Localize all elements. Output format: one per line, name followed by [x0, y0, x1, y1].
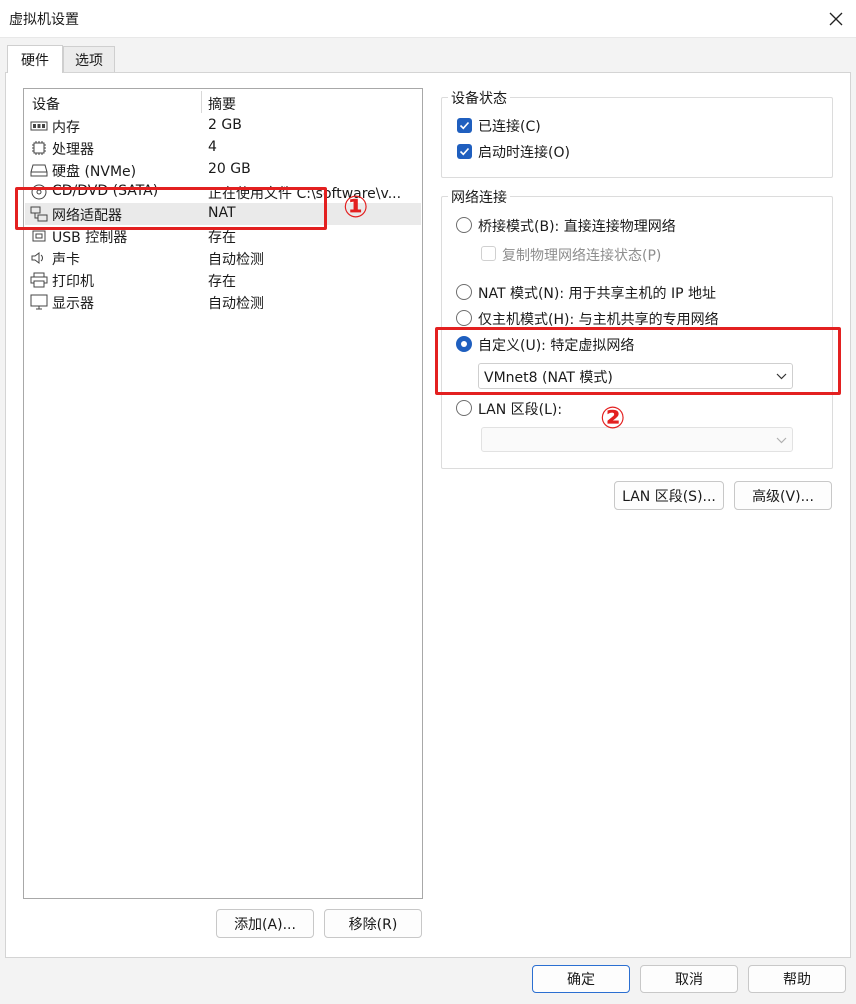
device-row-display[interactable]: 显示器 自动检测: [25, 291, 421, 313]
connect-on-power-label[interactable]: 启动时连接(O): [478, 142, 570, 162]
lan-segment-select[interactable]: [481, 427, 793, 452]
memory-icon: [30, 121, 48, 131]
add-device-button[interactable]: 添加(A)...: [216, 909, 314, 938]
tab-hardware-label: 硬件: [21, 52, 49, 69]
annotation-marker-2: ②: [600, 401, 626, 436]
device-row-printer[interactable]: 打印机 存在: [25, 269, 421, 291]
bridged-label[interactable]: 桥接模式(B): 直接连接物理网络: [478, 216, 676, 236]
connected-label[interactable]: 已连接(C): [478, 116, 541, 136]
connected-checkbox[interactable]: [457, 118, 472, 133]
column-divider[interactable]: [201, 91, 202, 113]
device-name: 处理器: [52, 142, 94, 158]
cancel-button[interactable]: 取消: [640, 965, 738, 993]
bridged-radio[interactable]: [456, 217, 472, 233]
device-summary: 存在: [208, 274, 236, 290]
replicate-state-checkbox[interactable]: [481, 246, 496, 261]
annotation-marker-1: ①: [343, 190, 369, 225]
tab-options[interactable]: 选项: [63, 46, 115, 72]
speaker-icon: [31, 252, 43, 264]
device-summary: 4: [208, 139, 217, 155]
printer-icon: [30, 272, 48, 288]
nat-label[interactable]: NAT 模式(N): 用于共享主机的 IP 地址: [478, 283, 716, 303]
device-summary: 存在: [208, 230, 236, 246]
tab-hardware[interactable]: 硬件: [7, 45, 63, 73]
close-icon: [829, 12, 843, 26]
network-connection-title: 网络连接: [448, 187, 510, 207]
device-row-disk[interactable]: 硬盘 (NVMe) 20 GB: [25, 159, 421, 181]
device-name: 声卡: [52, 252, 80, 268]
replicate-state-label[interactable]: 复制物理网络连接状态(P): [502, 245, 661, 265]
advanced-button[interactable]: 高级(V)...: [734, 481, 832, 510]
chevron-down-icon: [776, 437, 787, 444]
ok-button[interactable]: 确定: [532, 965, 630, 993]
help-button[interactable]: 帮助: [748, 965, 846, 993]
device-name: 打印机: [52, 274, 94, 290]
highlight-box-custom-network: [435, 327, 841, 395]
device-name: USB 控制器: [52, 230, 128, 246]
device-status-group: [441, 97, 833, 178]
checkmark-icon: [459, 121, 470, 130]
host-only-label[interactable]: 仅主机模式(H): 与主机共享的专用网络: [478, 309, 719, 329]
host-only-radio[interactable]: [456, 310, 472, 326]
usb-icon: [32, 230, 46, 242]
device-row-sound[interactable]: 声卡 自动检测: [25, 247, 421, 269]
device-summary: 自动检测: [208, 296, 264, 312]
device-summary: 20 GB: [208, 161, 251, 177]
lan-segment-radio[interactable]: [456, 400, 472, 416]
highlight-box-network-adapter: [15, 187, 327, 230]
cpu-icon: [32, 141, 46, 155]
device-name: 硬盘 (NVMe): [52, 164, 137, 180]
summary-column-header[interactable]: 摘要: [208, 94, 236, 114]
close-button[interactable]: [820, 4, 852, 34]
device-name: 内存: [52, 120, 80, 136]
device-column-header[interactable]: 设备: [32, 94, 60, 114]
device-row-processor[interactable]: 处理器 4: [25, 137, 421, 159]
device-status-title: 设备状态: [448, 88, 510, 108]
window-title: 虚拟机设置: [9, 12, 79, 28]
lan-segment-label[interactable]: LAN 区段(L):: [478, 399, 562, 419]
nat-radio[interactable]: [456, 284, 472, 300]
connect-on-power-checkbox[interactable]: [457, 144, 472, 159]
title-bar: [0, 0, 856, 38]
lan-segments-button[interactable]: LAN 区段(S)...: [614, 481, 724, 510]
disk-icon: [30, 164, 48, 177]
tab-options-label: 选项: [75, 52, 103, 69]
device-summary: 自动检测: [208, 252, 264, 268]
remove-device-button[interactable]: 移除(R): [324, 909, 422, 938]
checkmark-icon: [459, 147, 470, 156]
device-row-memory[interactable]: 内存 2 GB: [25, 115, 421, 137]
monitor-icon: [30, 294, 48, 310]
device-name: 显示器: [52, 296, 94, 312]
device-summary: 2 GB: [208, 117, 242, 133]
